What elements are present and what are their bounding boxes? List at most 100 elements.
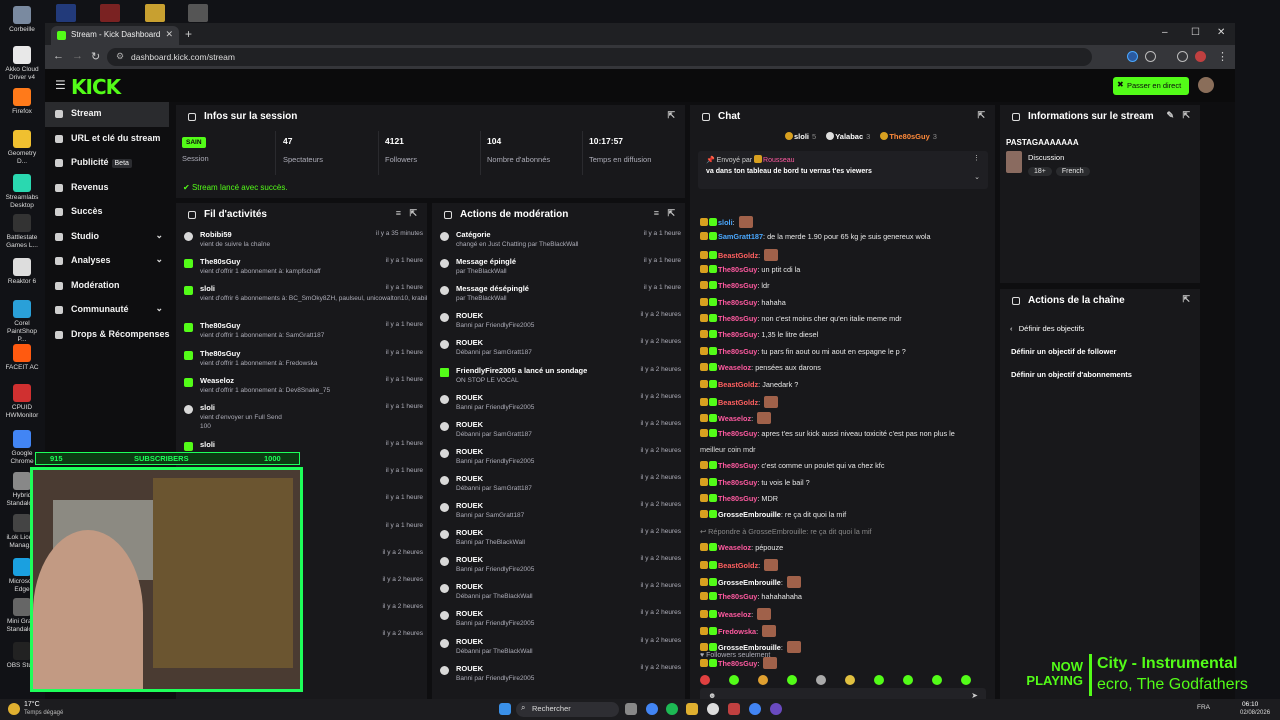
chat-message[interactable]: BeastGoldz: [700,395,989,408]
chat-username[interactable]: SamGratt187 [718,232,763,241]
activity-item[interactable]: Weaseloz vient d'offrir 1 abonnement à: D… [176,376,427,394]
popout-icon[interactable]: ⇱ [667,208,675,219]
new-tab-button[interactable]: + [185,27,192,41]
chat-username[interactable]: The80sGuy [718,429,757,438]
emote-icon[interactable] [816,675,826,685]
chat-message[interactable]: Weaseloz: [700,412,989,425]
chat-username[interactable]: The80sGuy [718,659,757,668]
chat-message[interactable]: The80sGuy: hahahahaha [700,592,989,601]
sidebar-item-6[interactable]: Analyses ⌄ [45,249,173,274]
emoji-icon[interactable]: ☻ [708,691,716,699]
file-explorer-icon[interactable] [686,703,698,715]
emote-icon[interactable] [932,675,942,685]
desktop-shortcut[interactable]: Geometry D... [4,130,40,166]
back-arrow-icon[interactable]: ← [53,50,64,62]
desktop-shortcut[interactable]: Streamlabs Desktop [4,174,40,210]
chat-message[interactable]: The80sGuy: tu vois le bail ? [700,477,989,487]
chat-message[interactable]: The80sGuy: un ptit cdi la [700,265,989,274]
chat-message[interactable]: The80sGuy: [700,657,989,670]
filter-icon[interactable]: ≡ [654,208,659,218]
moderation-item[interactable]: ROUEK Banni par FriendlyFire2005 il y a 2 … [432,311,685,329]
chat-username[interactable]: The80sGuy [718,461,757,470]
chat-username[interactable]: The80sGuy [718,330,757,339]
moderation-item[interactable]: ROUEK Banni par TheBlackWall il y a 2 heur… [432,528,685,546]
app-icon[interactable] [707,703,719,715]
moderation-item[interactable]: FriendlyFire2005 a lancé un sondage ON ST… [432,366,685,384]
stream-tag[interactable]: 18+ [1028,167,1052,176]
chat-message[interactable]: Weaseloz: pépouze [700,543,989,552]
moderation-item[interactable]: Message épinglé par TheBlackWall il y a 1 … [432,257,685,275]
chat-username[interactable]: sloli [718,218,733,227]
sidebar-item-8[interactable]: Communauté ⌄ [45,298,173,323]
minimize-button[interactable]: – [1162,27,1168,38]
sidebar-item-4[interactable]: Succès [45,200,173,225]
go-live-button[interactable]: ✖ Passer en direct [1113,77,1189,95]
extensions-puzzle-icon[interactable] [1145,51,1156,62]
top-gifter[interactable]: Yalabac 3 [826,132,870,141]
activity-item[interactable]: sloli vient d'offrir 6 abonnements à: BC_… [176,284,427,302]
chat-username[interactable]: Fredowska [718,627,756,636]
moderation-item[interactable]: ROUEK Banni par FriendlyFire2005 il y a 2 … [432,664,685,682]
emote-icon[interactable] [903,675,913,685]
chat-username[interactable]: BeastGoldz [718,251,758,260]
desktop-shortcut[interactable]: CPUID HWMonitor [4,384,40,420]
sidebar-item-0[interactable]: Stream [45,102,169,127]
moderation-item[interactable]: ROUEK Débanni par SamGratt187 il y a 2 heu… [432,420,685,438]
back-to-goals[interactable]: ‹ Définir des objectifs [1010,324,1084,333]
moderation-item[interactable]: ROUEK Banni par FriendlyFire2005 il y a 2 … [432,447,685,465]
chat-username[interactable]: Weaseloz [718,414,751,423]
chat-message[interactable]: SamGratt187: de la merde 1.90 pour 65 kg… [700,232,989,241]
emote-icon[interactable] [845,675,855,685]
forward-arrow-icon[interactable]: → [72,50,83,62]
edit-icon[interactable]: ✎ [1166,110,1174,121]
chevron-down-icon[interactable]: ⌄ [974,173,980,181]
send-icon[interactable]: ➤ [971,691,978,699]
desktop-shortcut-icon[interactable] [100,4,120,22]
chat-username[interactable]: GrosseEmbrouille [718,510,781,519]
chat-message[interactable]: The80sGuy: hahaha [700,297,989,307]
chat-message[interactable]: Weaseloz: [700,608,989,621]
moderation-item[interactable]: ROUEK Débanni par SamGratt187 il y a 2 heu… [432,474,685,492]
chrome-icon[interactable] [749,703,761,715]
desktop-shortcut[interactable]: Corel PaintShop P... [4,300,40,344]
sidebar-item-2[interactable]: Publicité Beta [45,151,173,176]
chat-username[interactable]: The80sGuy [718,298,757,307]
chrome-icon[interactable] [646,703,658,715]
browser-menu-icon[interactable]: ⋮ [1217,50,1228,63]
chat-message[interactable]: ↩ Répondre à GrosseEmbrouille: re ça dit… [700,527,989,536]
task-view-icon[interactable] [625,703,637,715]
windows-start-icon[interactable] [499,703,511,715]
moderation-item[interactable]: Catégorie changé en Just Chatting par The… [432,230,685,248]
chat-message[interactable]: The80sGuy: ldr [700,281,989,290]
chat-message[interactable]: The80sGuy: c'est comme un poulet qui va … [700,461,989,470]
site-info-icon[interactable]: ⚙ [116,51,124,62]
chat-username[interactable]: Weaseloz [718,543,751,552]
sidebar-item-7[interactable]: Modération [45,274,173,299]
stream-tag[interactable]: French [1055,167,1090,176]
filter-icon[interactable]: ≡ [396,208,401,218]
emote-icon[interactable] [961,675,971,685]
desktop-shortcut-icon[interactable] [56,4,76,22]
browser-tab[interactable]: Stream - Kick Dashboard ✕ [51,26,179,45]
chat-username[interactable]: BeastGoldz [718,380,758,389]
chat-message[interactable]: BeastGoldz: [700,559,989,572]
emote-icon[interactable] [700,675,710,685]
moderation-item[interactable]: ROUEK Banni par FriendlyFire2005 il y a 2 … [432,555,685,573]
popout-icon[interactable]: ⇱ [1182,110,1190,121]
chat-username[interactable]: The80sGuy [718,281,757,290]
chat-username[interactable]: The80sGuy [718,265,757,274]
emote-icon[interactable] [758,675,768,685]
kick-logo[interactable]: KICK [71,75,121,99]
desktop-shortcut-icon[interactable] [188,4,208,22]
chevron-down-icon[interactable]: ⌄ [155,230,163,241]
chat-message[interactable]: The80sGuy: apres t'es sur kick aussi niv… [700,428,989,438]
activity-item[interactable]: sloli vient d'envoyer un Full Send 100 il y… [176,403,427,430]
chat-username[interactable]: The80sGuy [718,347,757,356]
chat-message[interactable]: Fredowska: [700,624,989,637]
desktop-shortcut[interactable]: FACEIT AC [4,344,40,372]
moderation-item[interactable]: ROUEK Banni par FriendlyFire2005 il y a 2 … [432,393,685,411]
chat-message[interactable]: Weaseloz: pensées aux darons [700,363,989,372]
chat-username[interactable]: The80sGuy [718,314,757,323]
close-tab-icon[interactable]: ✕ [165,29,173,40]
activity-item[interactable]: The80sGuy vient d'offrir 1 abonnement à: … [176,257,427,275]
